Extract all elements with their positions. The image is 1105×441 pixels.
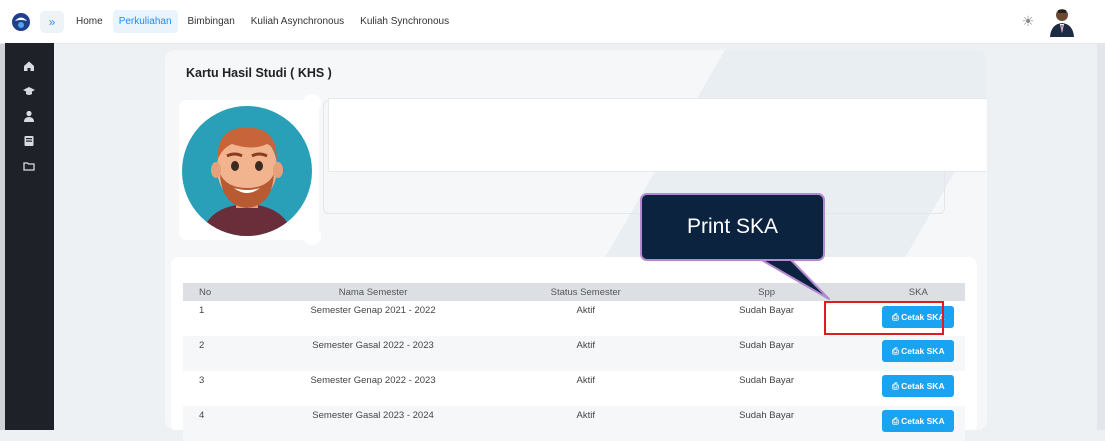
nav-item-kuliah-asynchronous[interactable]: Kuliah Asynchronous (245, 10, 350, 33)
photo-box-notch-top (303, 94, 321, 112)
highlight-box (824, 301, 944, 335)
nav-item-home[interactable]: Home (70, 10, 109, 33)
table-row: 2 Semester Gasal 2022 - 2023 Aktif Sudah… (183, 336, 965, 371)
table-row: 4 Semester Gasal 2023 - 2024 Aktif Sudah… (183, 406, 965, 441)
user-tie-icon[interactable] (22, 109, 36, 123)
cell-nama-semester: Semester Gasal 2023 - 2024 (236, 406, 510, 441)
cell-no: 3 (199, 375, 205, 386)
cell-status: Aktif (576, 375, 595, 386)
printer-icon: ⎙ (891, 381, 902, 391)
cell-ska: ⎙ Cetak SKA (871, 406, 965, 441)
app-logo-icon[interactable] (10, 11, 32, 33)
sidebar-toggle-button[interactable]: » (40, 11, 64, 33)
book-icon[interactable] (22, 134, 36, 148)
cetak-ska-button[interactable]: ⎙ Cetak SKA (882, 410, 955, 432)
cell-nama-semester: Semester Genap 2022 - 2023 (310, 375, 436, 386)
folder-icon[interactable] (22, 159, 36, 173)
cetak-ska-button[interactable]: ⎙ Cetak SKA (882, 375, 955, 397)
cetak-ska-label: Cetak SKA (901, 381, 945, 391)
student-info-panel (328, 98, 987, 172)
home-icon[interactable] (22, 59, 36, 73)
main-nav: Home Perkuliahan Bimbingan Kuliah Asynch… (70, 0, 455, 43)
sidebar (5, 43, 54, 430)
printer-icon: ⎙ (891, 346, 902, 356)
cell-status: Aktif (509, 336, 662, 371)
table-row: 3 Semester Genap 2022 - 2023 Aktif Sudah… (183, 371, 965, 406)
double-chevron-right-icon: » (48, 15, 56, 29)
column-header-status-semester: Status Semester (509, 283, 662, 301)
cell-nama-semester: Semester Gasal 2022 - 2023 (236, 336, 510, 371)
column-header-ska: SKA (871, 283, 965, 301)
profile-photo-box (179, 100, 319, 240)
graduation-cap-icon[interactable] (22, 84, 36, 98)
column-header-nama-semester: Nama Semester (236, 283, 510, 301)
cell-spp: Sudah Bayar (661, 406, 872, 441)
cell-ska: ⎙ Cetak SKA (871, 336, 965, 371)
cell-status: Aktif (509, 406, 662, 441)
nav-item-perkuliahan[interactable]: Perkuliahan (112, 10, 178, 33)
top-navbar: » Home Perkuliahan Bimbingan Kuliah Asyn… (0, 0, 1105, 44)
cell-spp: Sudah Bayar (739, 375, 795, 386)
cell-spp: Sudah Bayar (661, 336, 872, 371)
cetak-ska-button[interactable]: ⎙ Cetak SKA (882, 340, 955, 362)
profile-photo (182, 106, 312, 236)
cetak-ska-label: Cetak SKA (901, 416, 945, 426)
cell-no: 1 (199, 305, 205, 316)
cell-ska: ⎙ Cetak SKA (872, 371, 965, 406)
nav-item-bimbingan[interactable]: Bimbingan (182, 10, 241, 33)
callout-print-ska: Print SKA (640, 193, 825, 261)
cell-no: 4 (183, 406, 237, 441)
user-avatar[interactable] (1047, 6, 1077, 38)
callout-text: Print SKA (686, 215, 779, 238)
table-header-row: No Nama Semester Status Semester Spp SKA (183, 283, 965, 301)
nav-item-kuliah-synchronous[interactable]: Kuliah Synchronous (354, 10, 455, 33)
column-header-spp: Spp (661, 283, 872, 301)
right-edge-strip (1097, 43, 1105, 430)
cell-nama-semester: Semester Genap 2021 - 2022 (310, 305, 436, 316)
printer-icon: ⎙ (891, 416, 902, 426)
photo-box-notch-bottom (303, 227, 321, 245)
theme-toggle-sun-icon[interactable]: ☀ (1019, 12, 1037, 30)
cell-no: 2 (183, 336, 237, 371)
page-title: Kartu Hasil Studi ( KHS ) (186, 66, 332, 80)
column-header-no: No (183, 283, 237, 301)
cell-status: Aktif (576, 305, 595, 316)
cetak-ska-label: Cetak SKA (901, 346, 945, 356)
